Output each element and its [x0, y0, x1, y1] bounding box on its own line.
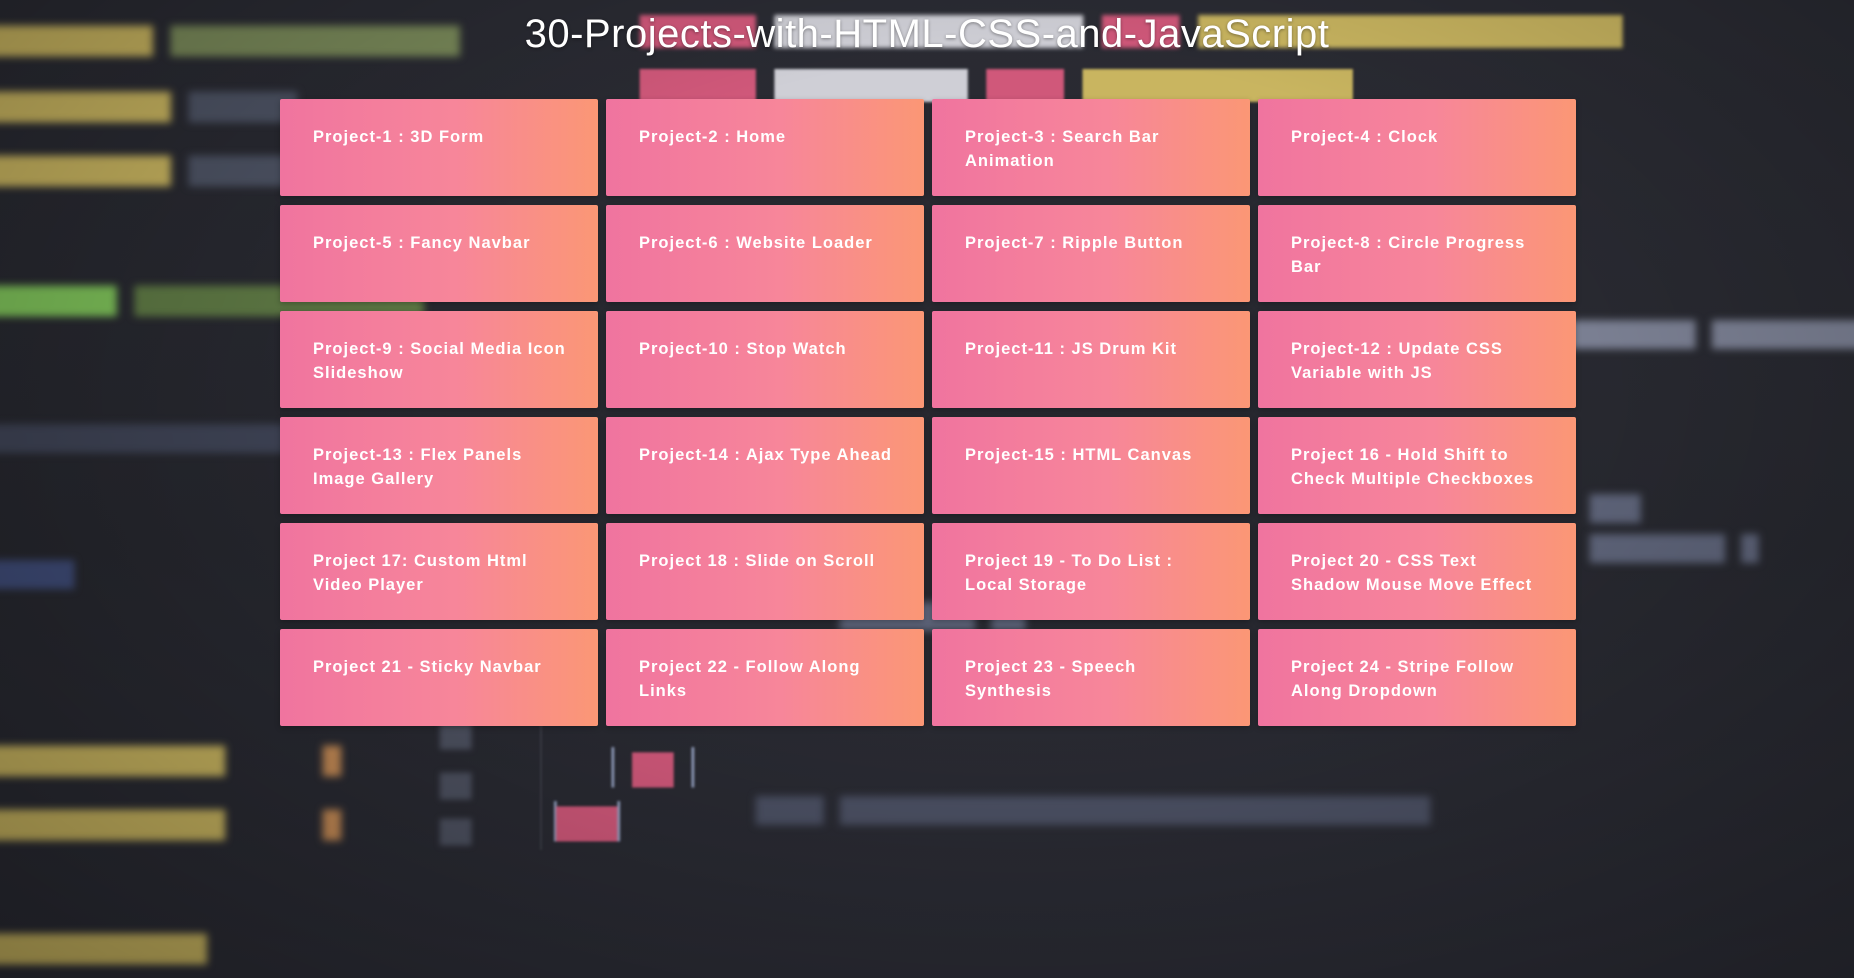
project-card[interactable]: Project-4 : Clock	[1258, 99, 1576, 196]
project-card[interactable]: Project-5 : Fancy Navbar	[280, 205, 598, 302]
project-card[interactable]: Project 22 - Follow Along Links	[606, 629, 924, 726]
project-card[interactable]: Project 20 - CSS Text Shadow Mouse Move …	[1258, 523, 1576, 620]
project-grid: Project-1 : 3D Form Project-2 : Home Proje…	[280, 99, 1576, 726]
project-card[interactable]: Project-12 : Update CSS Variable with JS	[1258, 311, 1576, 408]
project-card[interactable]: Project 17: Custom Html Video Player	[280, 523, 598, 620]
page-title: 30-Projects-with-HTML-CSS-and-JavaScript	[524, 12, 1330, 56]
project-card[interactable]: Project-3 : Search Bar Animation	[932, 99, 1250, 196]
project-card[interactable]: Project 18 : Slide on Scroll	[606, 523, 924, 620]
project-card[interactable]: Project-9 : Social Media Icon Slideshow	[280, 311, 598, 408]
project-card[interactable]: Project-11 : JS Drum Kit	[932, 311, 1250, 408]
project-card[interactable]: Project-1 : 3D Form	[280, 99, 598, 196]
project-card[interactable]: Project 24 - Stripe Follow Along Dropdow…	[1258, 629, 1576, 726]
project-card[interactable]: Project 19 - To Do List : Local Storage	[932, 523, 1250, 620]
project-card[interactable]: Project 21 - Sticky Navbar	[280, 629, 598, 726]
project-card[interactable]: Project-8 : Circle Progress Bar	[1258, 205, 1576, 302]
project-card[interactable]: Project 16 - Hold Shift to Check Multipl…	[1258, 417, 1576, 514]
project-card[interactable]: Project-2 : Home	[606, 99, 924, 196]
project-card[interactable]: Project-14 : Ajax Type Ahead	[606, 417, 924, 514]
project-card[interactable]: Project-7 : Ripple Button	[932, 205, 1250, 302]
project-card[interactable]: Project-6 : Website Loader	[606, 205, 924, 302]
project-card[interactable]: Project-10 : Stop Watch	[606, 311, 924, 408]
project-card[interactable]: Project-15 : HTML Canvas	[932, 417, 1250, 514]
project-card[interactable]: Project 23 - Speech Synthesis	[932, 629, 1250, 726]
project-card[interactable]: Project-13 : Flex Panels Image Gallery	[280, 417, 598, 514]
